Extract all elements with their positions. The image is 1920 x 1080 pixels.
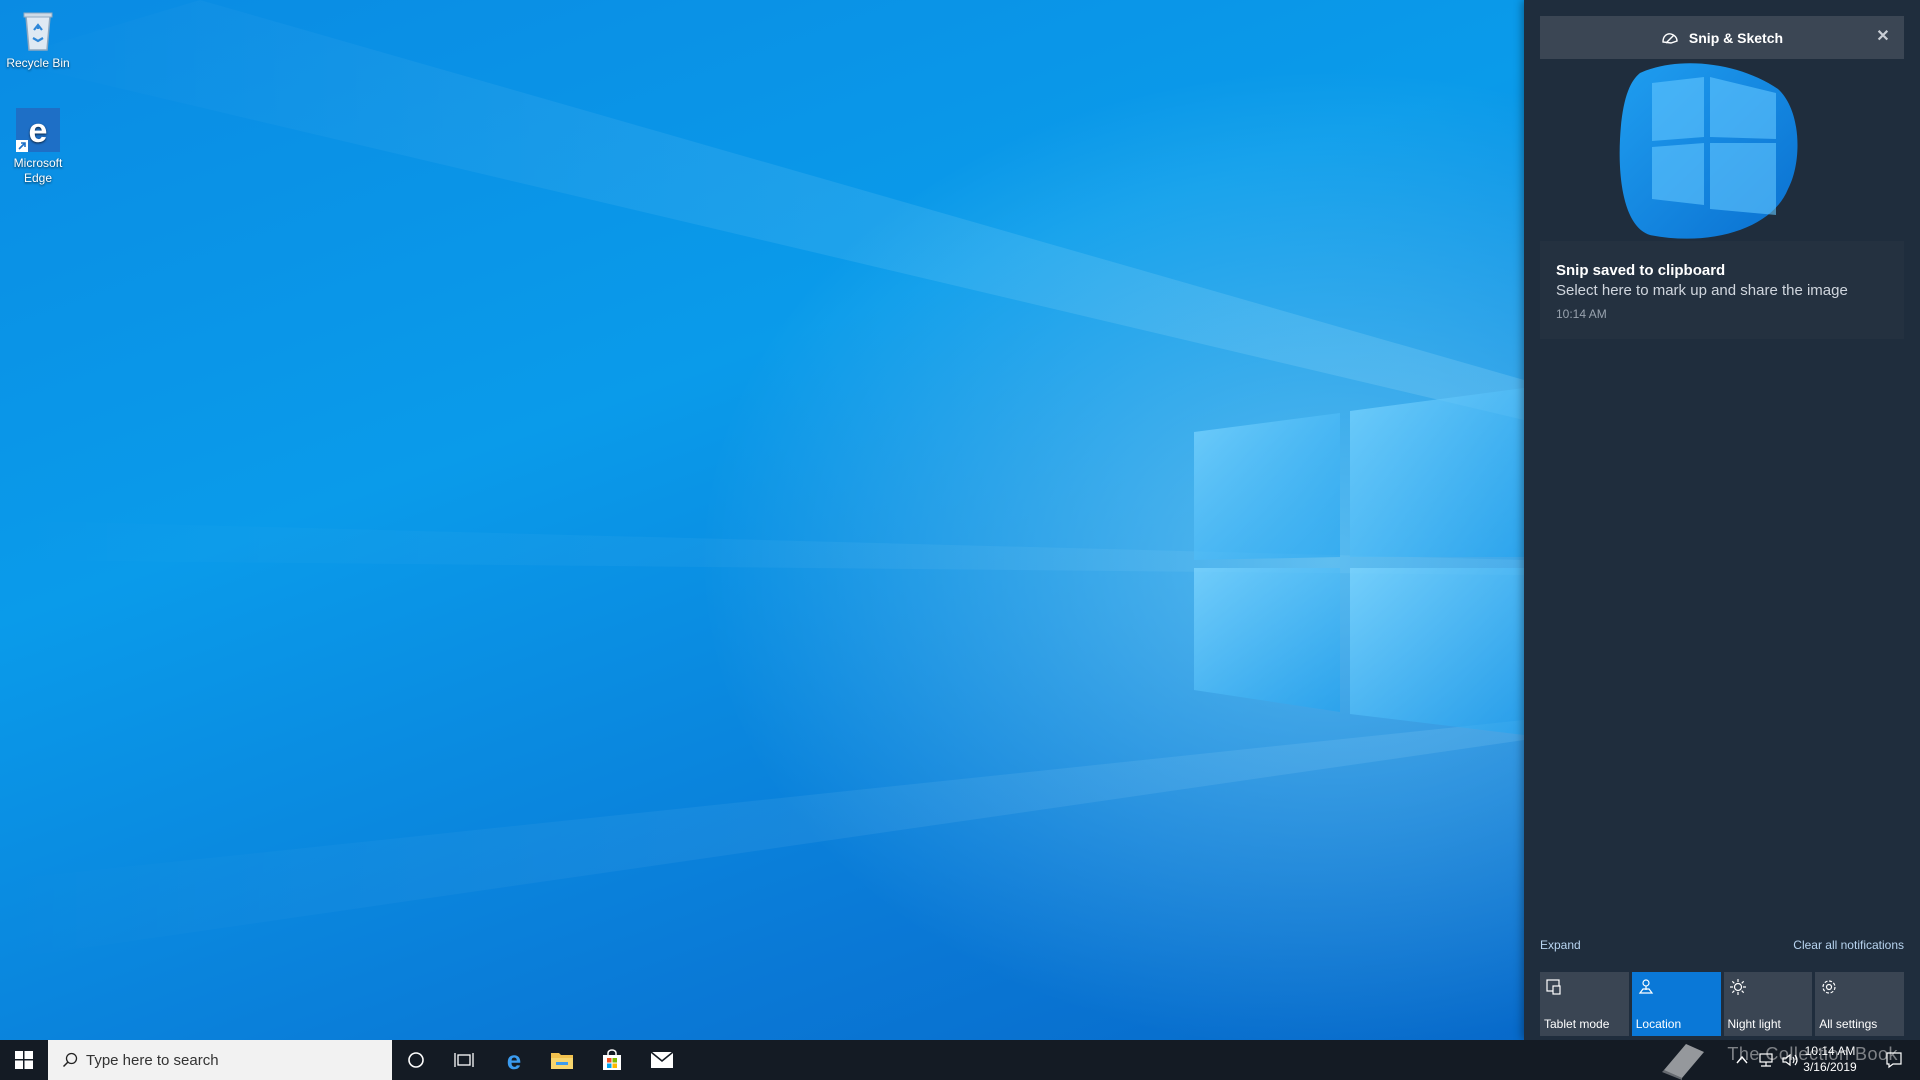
chevron-up-icon[interactable] (1732, 1050, 1752, 1070)
clock-time: 10:14 AM (1804, 1044, 1856, 1058)
windows-logo-icon (15, 1051, 33, 1069)
system-tray: The Collection Book 10:14 AM 3/16/2019 (1640, 1040, 1920, 1080)
desktop-icon-microsoft-edge[interactable]: e Microsoft Edge (0, 106, 76, 186)
edge-icon: e (507, 1048, 521, 1072)
folder-icon (551, 1053, 573, 1069)
expand-link[interactable]: Expand (1540, 938, 1581, 952)
quick-action-label: All settings (1819, 1017, 1878, 1031)
search-icon (62, 1052, 78, 1068)
clock-date: 3/16/2019 (1803, 1060, 1857, 1074)
clear-all-notifications-link[interactable]: Clear all notifications (1793, 938, 1904, 952)
network-icon[interactable] (1756, 1050, 1776, 1070)
notification-title: Snip saved to clipboard (1556, 262, 1726, 279)
quick-action-label: Location (1635, 1017, 1682, 1031)
svg-text:e: e (29, 112, 48, 150)
location-icon (1637, 978, 1655, 996)
taskbar-edge-button[interactable]: e (490, 1040, 538, 1080)
taskbar: e The Collection Book 1 (0, 1040, 1920, 1080)
taskbar-store-button[interactable] (588, 1040, 636, 1080)
quick-action-tablet-mode[interactable]: Tablet mode (1540, 972, 1629, 1036)
snip-preview-image[interactable] (1540, 59, 1904, 241)
sun-icon (1729, 978, 1747, 996)
action-center-panel: Snip & Sketch ✕ Snip saved to clipboard … (1524, 0, 1920, 1040)
snip-sketch-app-icon (1661, 31, 1679, 45)
mail-icon (650, 1051, 674, 1068)
quick-action-night-light[interactable]: Night light (1723, 972, 1813, 1036)
edge-icon: e (14, 106, 62, 154)
action-center-icon[interactable] (1884, 1050, 1904, 1070)
task-view-icon (454, 1053, 474, 1067)
quick-action-label: Tablet mode (1544, 1017, 1610, 1031)
notification-app-name: Snip & Sketch (1688, 29, 1784, 46)
desktop-icon-label: Recycle Bin (6, 56, 70, 70)
store-bag-icon (603, 1049, 621, 1070)
notification-header[interactable]: Snip & Sketch ✕ (1540, 16, 1904, 59)
desktop-icon-label: Microsoft Edge (13, 156, 63, 185)
cortana-button[interactable] (392, 1040, 440, 1080)
taskbar-mail-button[interactable] (638, 1040, 686, 1080)
notification-time: 10:14 AM (1556, 307, 1607, 321)
tablet-icon (1545, 978, 1563, 996)
gear-icon (1820, 978, 1838, 996)
desktop-icon-recycle-bin[interactable]: Recycle Bin (0, 6, 76, 71)
close-icon[interactable]: ✕ (1872, 26, 1894, 48)
watermark-book-icon (1662, 1044, 1704, 1080)
search-input[interactable] (84, 1050, 368, 1070)
quick-action-all-settings[interactable]: All settings (1815, 972, 1904, 1036)
notification-body[interactable]: Snip saved to clipboard Select here to m… (1540, 241, 1904, 339)
quick-action-location[interactable]: Location (1631, 972, 1721, 1036)
quick-actions: Tablet mode Location Night light All set… (1540, 972, 1904, 1036)
svg-text:e: e (507, 1048, 521, 1072)
start-button[interactable] (0, 1040, 48, 1080)
notification-text: Select here to mark up and share the ima… (1556, 282, 1848, 299)
taskbar-clock[interactable]: 10:14 AM 3/16/2019 (1792, 1043, 1868, 1075)
task-view-button[interactable] (440, 1040, 488, 1080)
quick-action-label: Night light (1727, 1017, 1781, 1031)
recycle-bin-icon (14, 6, 62, 54)
cortana-circle-icon (408, 1052, 424, 1068)
taskbar-file-explorer-button[interactable] (538, 1040, 586, 1080)
taskbar-search-box[interactable] (48, 1040, 392, 1080)
